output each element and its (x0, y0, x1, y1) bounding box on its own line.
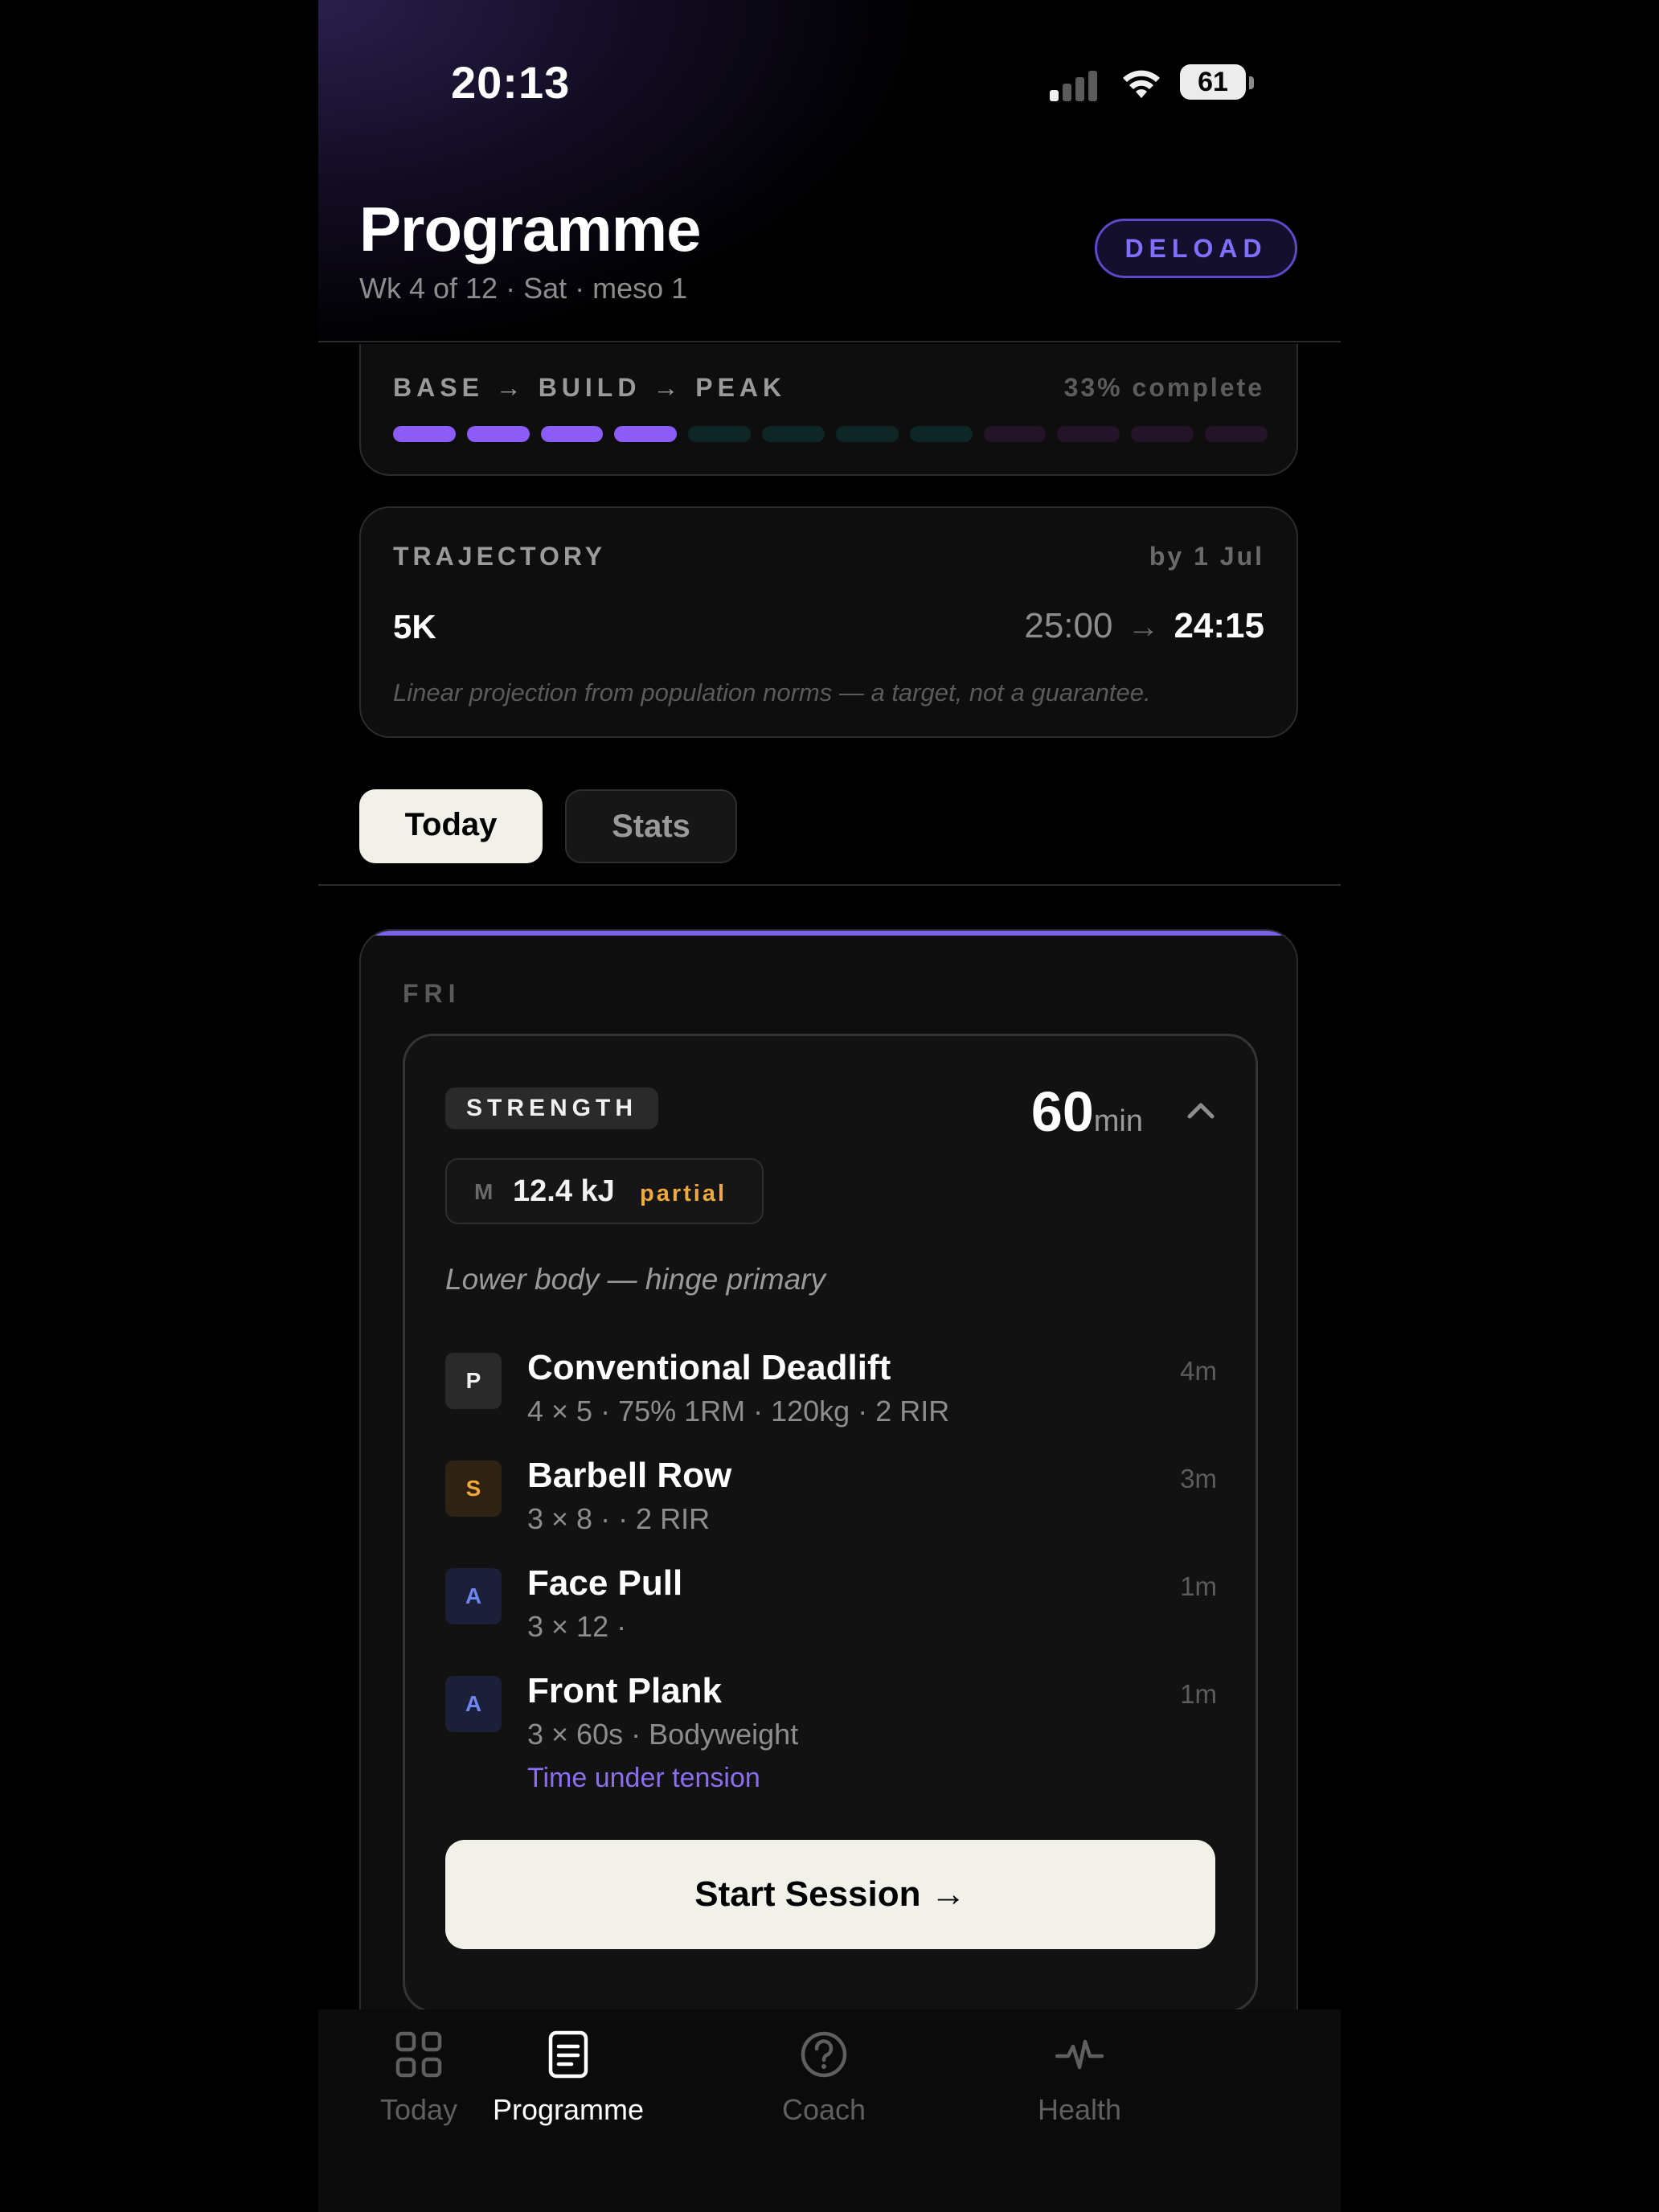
cellular-signal-icon (1050, 71, 1100, 101)
status-time: 20:13 (451, 57, 571, 108)
nav-health[interactable]: Health (979, 2030, 1180, 2143)
week-segment (466, 426, 530, 442)
week-segment (614, 426, 678, 442)
trajectory-deadline: by 1 Jul (1149, 542, 1264, 571)
exercise-time: 3m (1180, 1464, 1217, 1493)
energy-estimate: M 12.4 kJ partial (445, 1158, 764, 1224)
app-screen: 20:13 61 Programme Wk 4 of 12 · Sat · me… (318, 0, 1341, 2212)
trajectory-times: 25:00 → 24:15 (1024, 606, 1264, 646)
exercise-name: Barbell Row (527, 1456, 732, 1495)
trajectory-target-time: 24:15 (1174, 606, 1264, 645)
week-segment (762, 426, 825, 442)
week-segment (393, 426, 456, 442)
wifi-icon (1123, 70, 1160, 98)
week-segment (1205, 426, 1268, 442)
help-circle-icon (801, 2031, 847, 2078)
exercise-time: 1m (1180, 1571, 1217, 1601)
exercise-detail: 3 × 8 · · 2 RIR (527, 1502, 711, 1535)
week-segment (1057, 426, 1120, 442)
trajectory-card: TRAJECTORY by 1 Jul 5K 25:00 → 24:15 Linea… (359, 506, 1298, 738)
trajectory-event: 5K (393, 608, 436, 645)
exercise-name: Face Pull (527, 1563, 683, 1603)
battery-tip (1249, 76, 1254, 89)
status-bar: 20:13 61 (318, 0, 1341, 161)
session-card: STRENGTH 60min M 12.4 kJ partial Lower b… (403, 1034, 1258, 2013)
exercise-detail: 3 × 12 · (527, 1610, 627, 1643)
day-accent-bar (361, 931, 1296, 936)
exercise-role-badge: P (445, 1353, 502, 1409)
chevron-up-icon[interactable] (1185, 1094, 1217, 1126)
duration-value: 60 (1030, 1080, 1094, 1143)
duration-unit: min (1093, 1104, 1143, 1138)
nav-label: Coach (781, 2093, 866, 2126)
tab-stats[interactable]: Stats (565, 789, 737, 863)
document-icon (548, 2030, 588, 2079)
week-segment (688, 426, 752, 442)
exercise-time: 4m (1180, 1356, 1217, 1386)
energy-prefix: M (474, 1179, 494, 1204)
bottom-tab-bar: Today Programme Coach Health (318, 2009, 1341, 2212)
week-segment (1131, 426, 1194, 442)
session-type-badge: STRENGTH (445, 1088, 658, 1129)
phase-label: BASE → BUILD → PEAK (393, 373, 787, 402)
start-session-button[interactable]: Start Session → (445, 1840, 1215, 1949)
exercise-detail: 4 × 5 · 75% 1RM · 120kg · 2 RIR (527, 1395, 950, 1428)
arrow-right-icon: → (1127, 609, 1160, 645)
week-segment (983, 426, 1047, 442)
session-focus: Lower body — hinge primary (445, 1263, 825, 1296)
exercise-note: Time under tension (527, 1763, 760, 1793)
phase-progress-card: BASE → BUILD → PEAK 33% complete (359, 344, 1298, 476)
exercise-role-badge: A (445, 1676, 502, 1732)
tab-today[interactable]: Today (359, 789, 543, 863)
phase-week-segments (393, 426, 1268, 442)
week-segment (909, 426, 973, 442)
exercise-name: Front Plank (527, 1671, 723, 1710)
exercise-role-badge: A (445, 1568, 502, 1624)
nav-coach[interactable]: Coach (723, 2030, 924, 2143)
week-segment (540, 426, 604, 442)
exercise-name: Conventional Deadlift (527, 1348, 891, 1387)
day-label: FRI (403, 979, 461, 1008)
energy-partial-flag: partial (640, 1181, 727, 1206)
deload-button[interactable]: DELOAD (1095, 219, 1297, 278)
pulse-icon (1055, 2039, 1104, 2070)
trajectory-current-time: 25:00 (1024, 606, 1113, 645)
grid-icon (395, 2031, 442, 2078)
trajectory-disclaimer: Linear projection from population norms … (393, 678, 1151, 707)
week-segment (835, 426, 899, 442)
nav-label: Programme (492, 2093, 645, 2126)
exercise-time: 1m (1180, 1679, 1217, 1709)
trajectory-title: TRAJECTORY (393, 542, 607, 571)
nav-programme[interactable]: Programme (468, 2030, 669, 2143)
tabs-divider (318, 884, 1341, 886)
page-subtitle: Wk 4 of 12 · Sat · meso 1 (359, 272, 688, 305)
exercise-detail: 3 × 60s · Bodyweight (527, 1718, 799, 1751)
page-title: Programme (359, 194, 701, 264)
nav-label: Health (1037, 2093, 1122, 2126)
phase-progress-text: 33% complete (1063, 373, 1264, 402)
battery-indicator: 61 (1180, 64, 1246, 100)
exercise-role-badge: S (445, 1460, 502, 1517)
header-divider (318, 341, 1341, 342)
session-duration: 60min (1031, 1079, 1143, 1144)
energy-value: 12.4 kJ (513, 1174, 615, 1208)
